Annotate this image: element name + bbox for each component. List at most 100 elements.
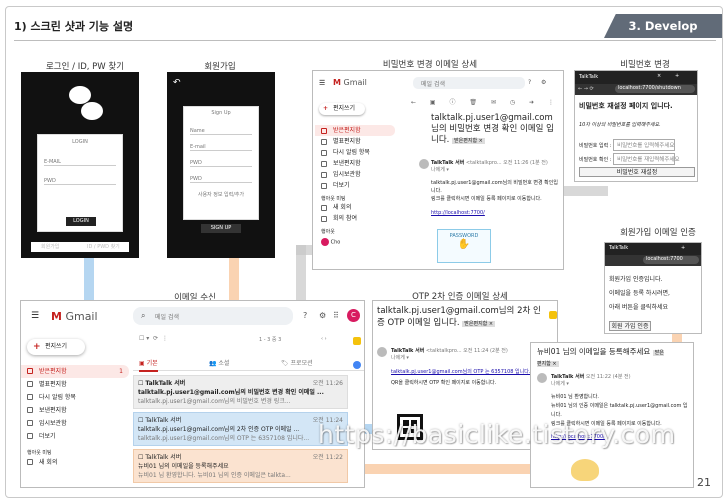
search-input[interactable]: ⌕ 메일 검색 xyxy=(133,307,293,325)
sidebar-item-drafts[interactable]: 임시보관함 xyxy=(315,169,395,180)
caption-pw-change: 비밀번호 변경 xyxy=(620,60,670,70)
meet-new[interactable]: 새 회의 xyxy=(315,202,395,213)
page-number: 21 xyxy=(697,476,711,489)
chat-bubble-icon xyxy=(81,102,103,120)
url-bar[interactable]: localhost:7700 xyxy=(643,256,699,264)
row-checkbox[interactable]: ☐ xyxy=(138,454,143,461)
new-password-input[interactable]: 비밀번호를 입력해주세요 xyxy=(613,139,676,151)
new-tab-icon[interactable]: + xyxy=(675,73,679,79)
login-box: LOGIN E-MAIL PWD LOGIN xyxy=(37,134,123,232)
tab-primary[interactable]: ▣ 기본 xyxy=(139,358,158,372)
gear-icon[interactable]: ⚙ xyxy=(541,79,546,86)
gmail-logo: M Gmail xyxy=(51,310,98,323)
browser-tab[interactable]: TalkTalk xyxy=(579,74,598,80)
caption-signup-mail: 회원가입 이메일 인증 xyxy=(620,228,696,238)
pagination: 1 - 3 중 3 xyxy=(259,337,282,343)
confirm-password-input[interactable]: 비밀번호를 재입력해주세요 xyxy=(613,153,680,165)
flow-arrow-mail-to-pw xyxy=(296,245,306,305)
compose-button[interactable]: + 편지쓰기 xyxy=(319,103,365,115)
meet-join[interactable]: 회의 참여 xyxy=(315,213,395,224)
sidebar-item-sent[interactable]: 보낸편지함 xyxy=(21,404,129,417)
page-title: 1) 스크린 샷과 기능 설명 xyxy=(14,20,134,33)
mail-list: ☐ TalkTalk 서버 오전 11:26 talktalk.pj.user1@… xyxy=(133,375,348,483)
tab-promotions[interactable]: 🏷 프로모션 xyxy=(281,358,313,367)
table-row[interactable]: ☐ TalkTalk 서버 오전 11:24 talktalk.pj.user1@… xyxy=(133,412,348,446)
signup-confirm-button[interactable]: 회원 가입 인증 xyxy=(609,321,651,331)
signup-link[interactable]: 회원가입 xyxy=(41,244,59,250)
tasks-icon[interactable] xyxy=(353,361,361,369)
sidebar-item-inbox[interactable]: 받은편지함 1 xyxy=(21,365,129,378)
row-checkbox[interactable]: ☐ xyxy=(138,380,143,387)
sidebar-item-inbox[interactable]: 받은편지함 xyxy=(315,125,395,136)
sender-line: TalkTalk 서버 <talktalkpro... 오전 11:26 (1분… xyxy=(431,160,548,173)
inbox-label[interactable]: 받은편지함 × xyxy=(462,321,496,327)
sidebar-item-snoozed[interactable]: 다시 알림 항목 xyxy=(315,147,395,158)
gmail-inbox-window: ☰ M Gmail ⌕ 메일 검색 ? ⚙ ⠿ C + 편지쓰기 받은편지함 1 별표… xyxy=(20,300,365,488)
sender-line: TalkTalk 서버 오전 11:22 (4분 전) 나에게 ▾ xyxy=(551,374,631,387)
sidebar-item-starred[interactable]: 별표편지함 xyxy=(21,378,129,391)
select-all-checkbox[interactable]: ☐ ▾ ⟳ ⋮ xyxy=(139,335,168,342)
meet-new[interactable]: 새 회의 xyxy=(21,456,129,469)
email-field[interactable]: E-MAIL xyxy=(44,159,116,166)
login-button[interactable]: LOGIN xyxy=(66,217,96,226)
reset-password-button[interactable]: 비밀번호 재설정 xyxy=(579,167,695,177)
search-input[interactable]: 메일 검색 xyxy=(413,77,525,89)
table-row[interactable]: ☐ TalkTalk 서버 오전 11:26 talktalk.pj.user1@… xyxy=(133,375,348,409)
sidebar-item-starred[interactable]: 별표편지함 xyxy=(315,136,395,147)
tab-social[interactable]: 👥 소셜 xyxy=(209,358,229,367)
pw-change-window: TalkTalk × + ← → ⟳ localhost:7700/shutdo… xyxy=(574,70,698,182)
browser-addressbar: localhost:7700 xyxy=(605,255,701,266)
header-divider xyxy=(14,40,716,41)
inbox-label[interactable]: 받은편지함 × xyxy=(452,138,485,144)
close-tab-icon[interactable]: × xyxy=(657,73,661,79)
sidebar-item-more[interactable]: 더보기 xyxy=(21,430,129,443)
avatar[interactable]: C xyxy=(347,309,360,322)
new-tab-icon[interactable]: + xyxy=(681,245,685,251)
signup-confirm-window: TalkTalk + localhost:7700 회원가입 인증입니다. 이메… xyxy=(604,242,702,334)
mail-toolbar[interactable]: ← ▣ ⓘ 🗑 ✉ ◷ ➜ ⋮ xyxy=(411,97,560,106)
back-icon[interactable]: ← → ⟳ xyxy=(578,86,594,92)
url-bar[interactable]: localhost:7700/shutdown xyxy=(615,85,695,93)
sidebar-item-drafts[interactable]: 임시보관함 xyxy=(21,417,129,430)
search-icon: ⌕ xyxy=(141,311,146,320)
table-row[interactable]: ☐ TalkTalk 서버 오전 11:22 뉴비01 님의 이메일을 등록해주세… xyxy=(133,449,348,483)
signup-mail-window: 뉴비01 님의 이메일을 등록해주세요 받은편지함 × TalkTalk 서버 … xyxy=(530,342,694,488)
avatar xyxy=(321,238,329,246)
page-nav-icon[interactable]: ‹ › xyxy=(321,336,327,342)
hangout-user[interactable]: Cho xyxy=(321,238,395,246)
password-field[interactable]: PWD xyxy=(190,160,252,167)
sidebar-item-more[interactable]: 더보기 xyxy=(315,180,395,191)
signup-button[interactable]: SIGN UP xyxy=(201,224,241,233)
apps-icon[interactable]: ⠿ xyxy=(333,311,339,320)
keep-icon[interactable] xyxy=(353,337,361,345)
login-box-title: LOGIN xyxy=(72,139,88,145)
sidebar-item-snoozed[interactable]: 다시 알림 항목 xyxy=(21,391,129,404)
compose-button[interactable]: + 편지쓰기 xyxy=(27,339,85,355)
mail-subject: 뉴비01 님의 이메일을 등록해주세요 받은편지함 × xyxy=(537,347,664,367)
watermark: https://basiclike.tistory.com xyxy=(318,420,676,449)
back-arrow-icon[interactable]: ↶ xyxy=(173,78,181,88)
password-confirm-field[interactable]: PWD xyxy=(190,176,252,183)
menu-icon[interactable]: ☰ xyxy=(319,79,325,87)
pw-heading: 비밀번호 재설정 페이지 입니다. xyxy=(579,102,673,110)
menu-icon[interactable]: ☰ xyxy=(31,311,39,321)
browser-tabbar: TalkTalk × + xyxy=(575,71,697,84)
browser-tab[interactable]: TalkTalk xyxy=(609,245,628,251)
mail-link[interactable]: http://localhost:7700/ xyxy=(431,209,561,217)
caption-login: 로그인 / ID, PW 찾기 xyxy=(45,62,125,72)
keep-icon[interactable] xyxy=(549,311,557,319)
email-field[interactable]: E-mail xyxy=(190,144,252,151)
meet-title: 행아웃 미팅 xyxy=(27,450,52,456)
sidebar-item-sent[interactable]: 보낸편지함 xyxy=(315,158,395,169)
login-screen: LOGIN E-MAIL PWD LOGIN 회원가입 ID / PWD 찾기 xyxy=(21,72,139,258)
password-field[interactable]: PWD xyxy=(44,178,116,185)
gear-icon[interactable]: ⚙ xyxy=(319,311,326,320)
pw-note: 10자 이상의 비밀번호를 입력해주세요. xyxy=(579,122,661,128)
help-icon[interactable]: ? xyxy=(528,79,531,86)
find-account-link[interactable]: ID / PWD 찾기 xyxy=(87,244,120,250)
name-field[interactable]: Name xyxy=(190,128,252,135)
help-icon[interactable]: ? xyxy=(303,311,307,320)
gmail-pw-mail-window: ☰ M Gmail 메일 검색 ? ⚙ + 편지쓰기 받은편지함 별표편지함 다시… xyxy=(312,70,564,270)
row-checkbox[interactable]: ☐ xyxy=(138,417,143,424)
sender-avatar xyxy=(537,373,547,383)
